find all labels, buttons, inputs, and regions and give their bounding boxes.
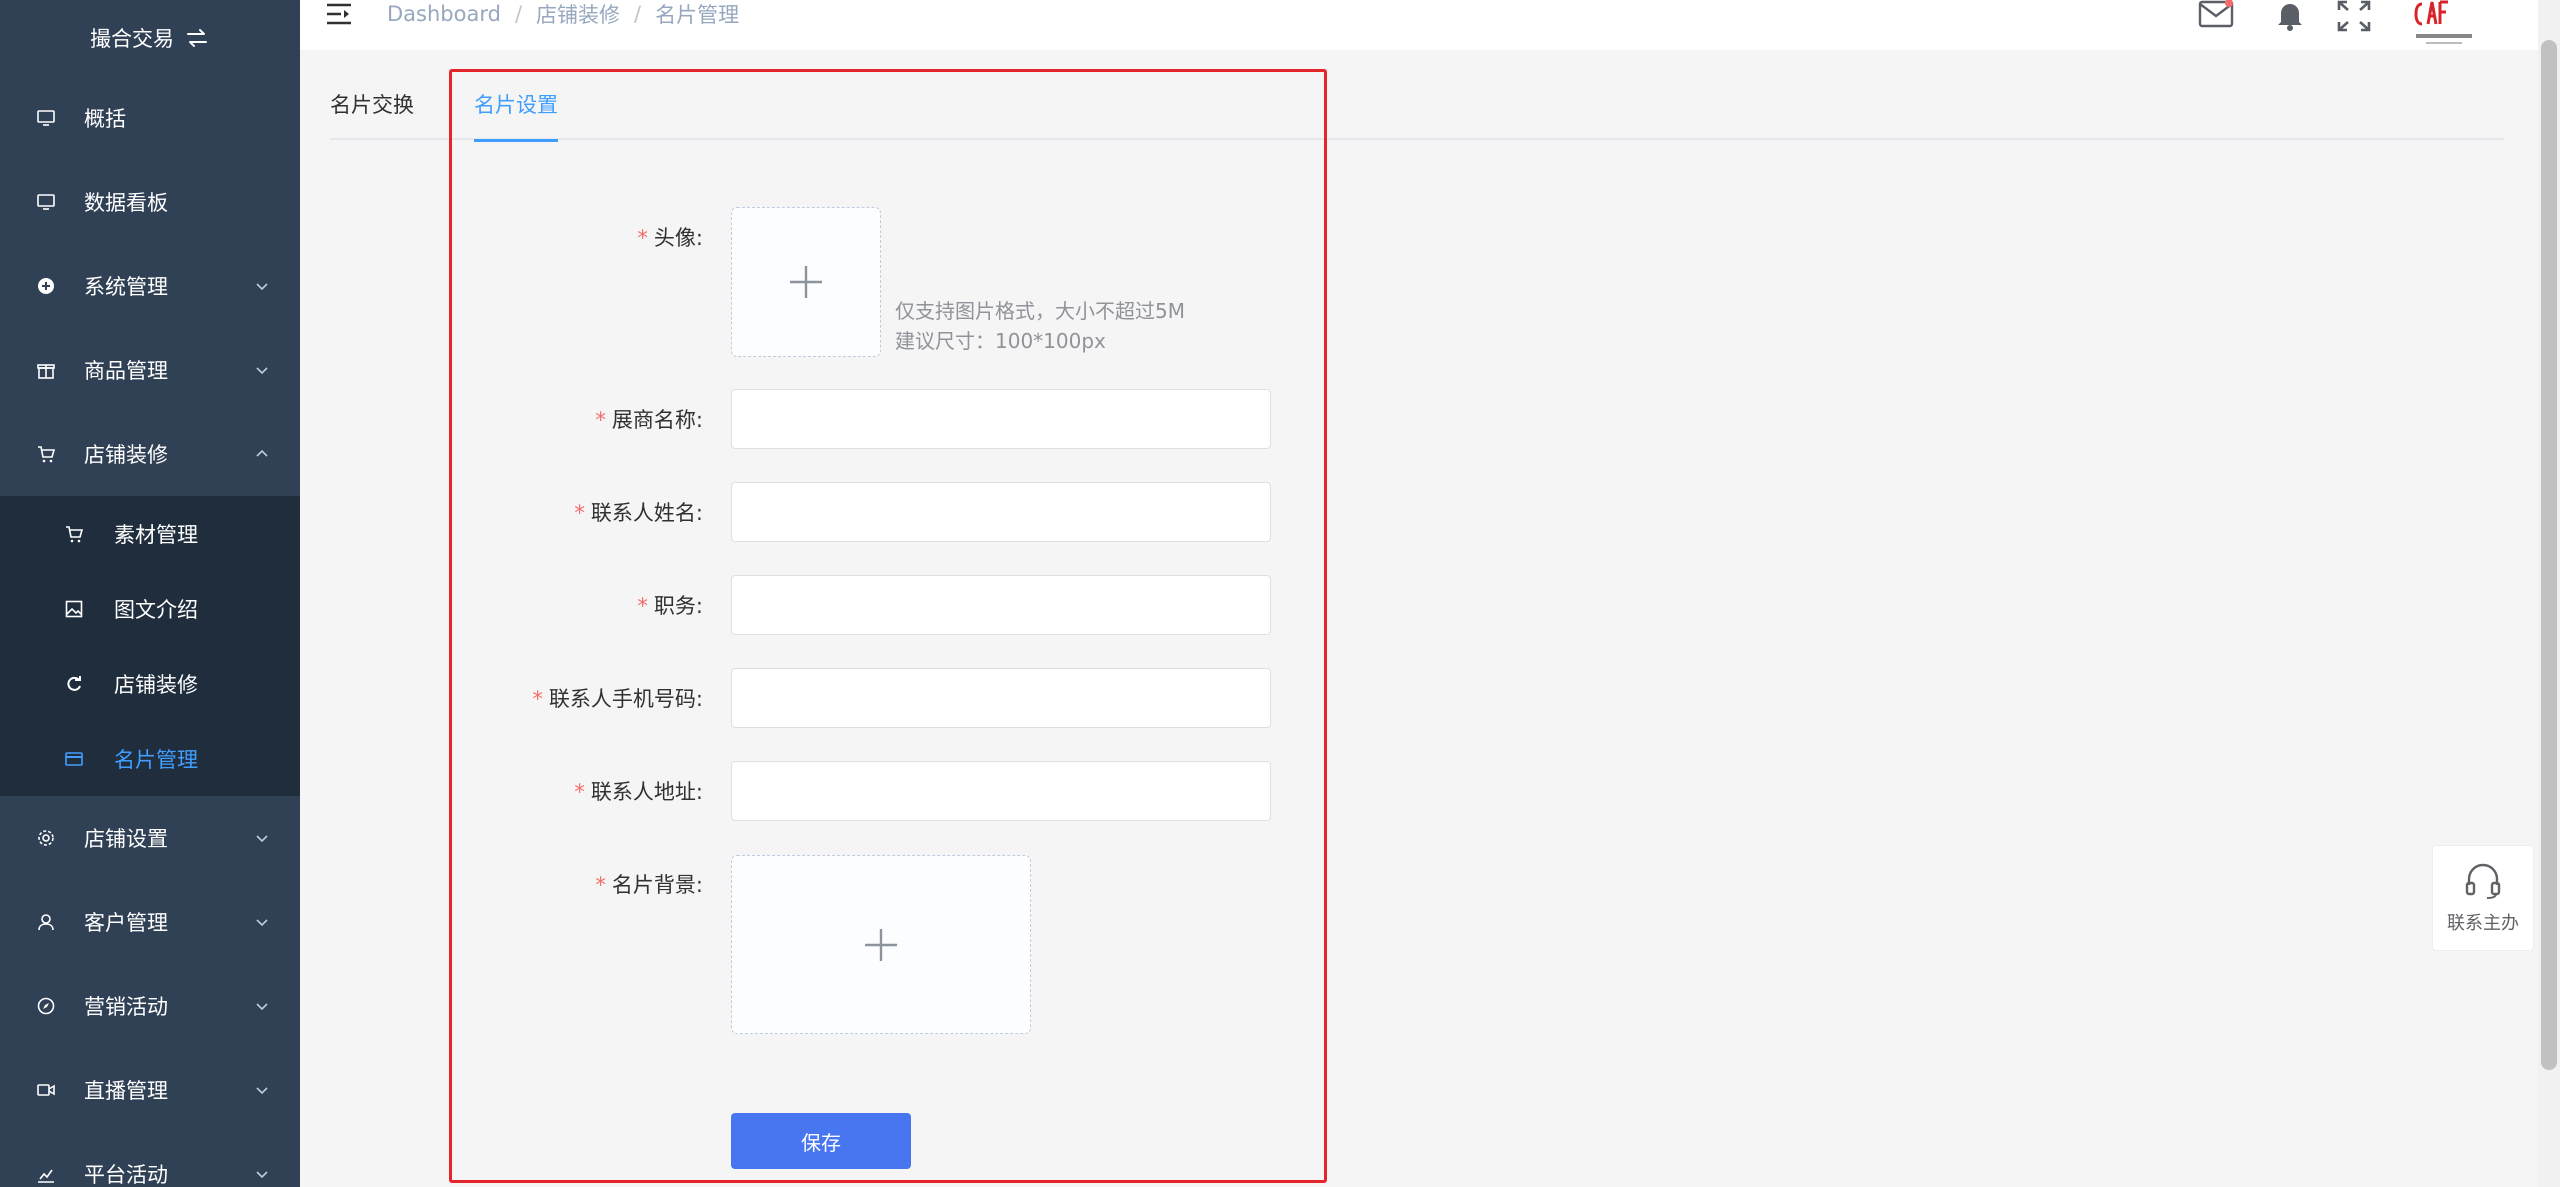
breadcrumb-card-management: 名片管理 — [655, 3, 740, 27]
company-name-label: * 展商名称: — [595, 408, 703, 432]
chevron-down-icon — [256, 367, 268, 375]
menu-item-customers[interactable]: 客户管理 — [0, 880, 300, 964]
contact-name-label: * 联系人姓名: — [574, 501, 703, 525]
top-navbar: Dashboard / 店铺装修 / 名片管理 — [300, 0, 2560, 50]
menu-item-overview[interactable]: 概括 — [0, 76, 300, 160]
scrollbar-thumb[interactable] — [2541, 40, 2557, 1070]
menu-item-label: 系统管理 — [84, 275, 168, 299]
breadcrumb-dashboard[interactable]: Dashboard — [387, 2, 501, 26]
phone-label: * 联系人手机号码: — [532, 687, 703, 711]
card-background-uploader[interactable] — [731, 855, 1031, 1034]
contact-organizer-label: 联系主办 — [2447, 913, 2519, 934]
menu-item-label: 平台活动 — [84, 1163, 168, 1187]
plus-icon — [790, 266, 822, 298]
address-label: * 联系人地址: — [574, 780, 703, 804]
chevron-down-icon — [256, 1087, 268, 1095]
menu-item-marketing[interactable]: 营销活动 — [0, 964, 300, 1048]
breadcrumb: Dashboard / 店铺装修 / 名片管理 — [387, 0, 739, 28]
menu-item-system[interactable]: 系统管理 — [0, 244, 300, 328]
refresh-icon — [64, 674, 84, 694]
monitor-icon — [36, 192, 56, 212]
sub-item-label: 图文介绍 — [114, 597, 198, 622]
gear-icon — [36, 828, 56, 848]
monitor-icon — [36, 108, 56, 128]
chevron-down-icon — [256, 1003, 268, 1011]
sub-item-label: 名片管理 — [114, 747, 198, 772]
menu-item-label: 直播管理 — [84, 1079, 168, 1103]
avatar-tip-size: 建议尺寸：100*100px — [895, 329, 1106, 353]
mail-icon[interactable] — [2198, 0, 2234, 32]
plus-icon — [865, 928, 897, 961]
card-background-label: * 名片背景: — [595, 873, 703, 897]
headset-icon — [2465, 863, 2501, 899]
cart-icon — [36, 444, 56, 464]
menu-item-store-settings[interactable]: 店铺设置 — [0, 796, 300, 880]
brand-switcher[interactable]: 撮合交易 — [0, 0, 300, 76]
menu-item-label: 客户管理 — [84, 911, 168, 935]
menu-item-label: 数据看板 — [84, 191, 168, 215]
chevron-up-icon — [256, 449, 268, 457]
hamburger-icon[interactable] — [326, 2, 352, 26]
menu-item-products[interactable]: 商品管理 — [0, 328, 300, 412]
contact-organizer-widget[interactable]: 联系主办 — [2432, 845, 2534, 951]
sidebar: 撮合交易 概括 数据看板 系统管理 商品管理 店铺装修 素材管理 图文介绍 店铺… — [0, 0, 300, 1187]
brand-label: 撮合交易 — [90, 27, 174, 51]
fullscreen-icon[interactable] — [2336, 0, 2372, 32]
menu-item-label: 营销活动 — [84, 995, 168, 1019]
submenu-store-decoration: 素材管理 图文介绍 店铺装修 名片管理 — [0, 496, 300, 796]
sub-item-decoration[interactable]: 店铺装修 — [0, 646, 300, 721]
menu-item-dashboard[interactable]: 数据看板 — [0, 160, 300, 244]
menu-item-label: 店铺装修 — [84, 443, 168, 467]
menu-item-label: 概括 — [84, 107, 126, 131]
sub-item-label: 素材管理 — [114, 522, 198, 547]
menu-item-platform-activities[interactable]: 平台活动 — [0, 1132, 300, 1187]
switch-icon — [187, 29, 207, 47]
chevron-down-icon — [256, 835, 268, 843]
address-input[interactable] — [731, 761, 1271, 821]
chevron-down-icon — [256, 919, 268, 927]
menu-item-store-decoration[interactable]: 店铺装修 — [0, 412, 300, 496]
sub-item-label: 店铺装修 — [114, 672, 198, 697]
avatar-label: * 头像: — [637, 226, 703, 250]
sub-item-intro[interactable]: 图文介绍 — [0, 571, 300, 646]
avatar-uploader[interactable] — [731, 207, 881, 357]
position-input[interactable] — [731, 575, 1271, 635]
company-name-input[interactable] — [731, 389, 1271, 449]
chart-icon — [36, 1164, 56, 1184]
breadcrumb-separator: / — [634, 2, 642, 26]
menu-item-label: 店铺设置 — [84, 827, 168, 851]
tab-card-exchange[interactable]: 名片交换 — [330, 90, 414, 140]
sub-item-card-management[interactable]: 名片管理 — [0, 721, 300, 796]
phone-input[interactable] — [731, 668, 1271, 728]
breadcrumb-store-decoration[interactable]: 店铺装修 — [536, 0, 620, 29]
avatar-tip-format: 仅支持图片格式，大小不超过5M — [895, 299, 1185, 323]
cart-icon — [64, 524, 84, 544]
menu-item-label: 商品管理 — [84, 359, 168, 383]
position-label: * 职务: — [637, 594, 703, 618]
compass-icon — [36, 996, 56, 1016]
breadcrumb-separator: / — [514, 2, 523, 26]
card-icon — [64, 749, 84, 769]
organization-logo — [2414, 0, 2472, 44]
sub-item-materials[interactable]: 素材管理 — [0, 496, 300, 571]
picture-icon — [64, 599, 84, 619]
plus-circle-icon — [36, 276, 56, 296]
menu-item-live[interactable]: 直播管理 — [0, 1048, 300, 1132]
user-icon — [36, 912, 56, 932]
gift-icon — [36, 360, 56, 380]
save-button[interactable]: 保存 — [731, 1113, 911, 1169]
chevron-down-icon — [256, 283, 268, 291]
chevron-down-icon — [256, 1171, 268, 1179]
contact-name-input[interactable] — [731, 482, 1271, 542]
bell-icon[interactable] — [2272, 0, 2308, 32]
video-icon — [36, 1080, 56, 1100]
